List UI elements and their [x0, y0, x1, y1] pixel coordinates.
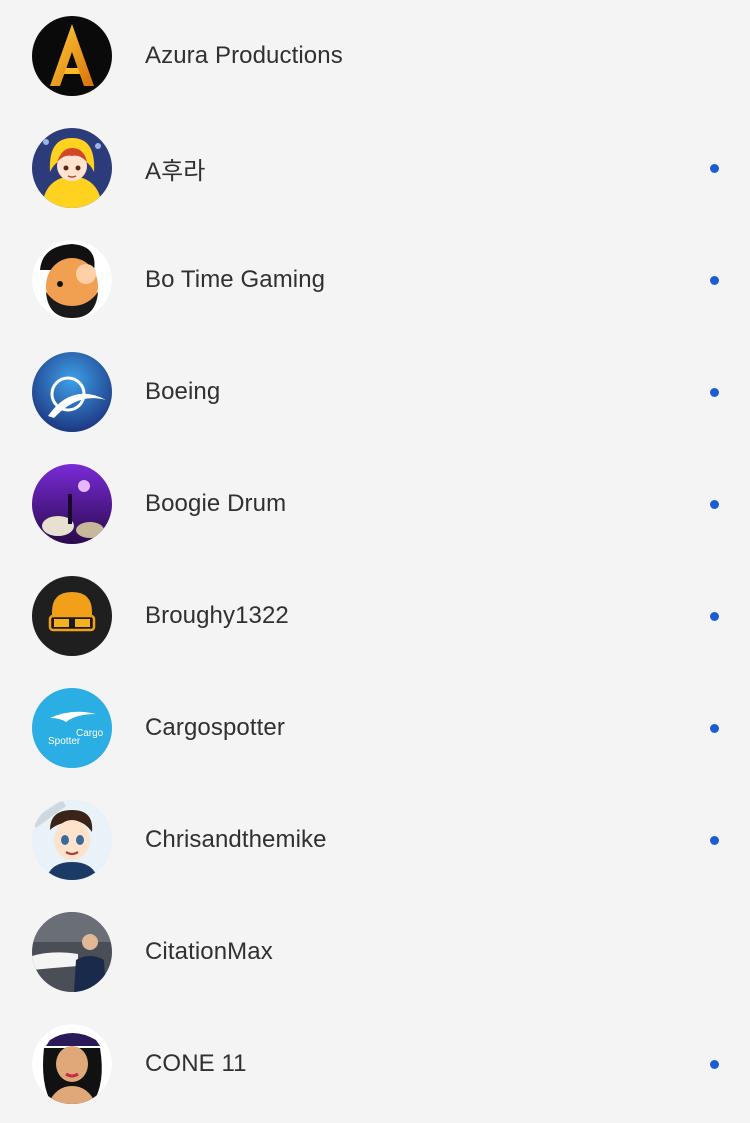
new-content-indicator [710, 387, 719, 397]
boeing-logo-icon [32, 352, 112, 432]
new-content-indicator [710, 499, 719, 509]
channel-name: Broughy1322 [145, 602, 289, 629]
channel-name: Azura Productions [145, 42, 343, 69]
new-content-indicator [710, 723, 719, 733]
svg-text:Spotter: Spotter [48, 736, 81, 747]
pilot-with-jet-photo-icon [32, 912, 112, 992]
channel-row-ahura[interactable]: A후라 [0, 112, 750, 224]
channel-row-broughy1322[interactable]: Broughy1322 [0, 560, 750, 672]
new-content-indicator [710, 611, 719, 621]
glasses-character-icon [32, 576, 112, 656]
channel-row-cone-11[interactable]: CONE 11 [0, 1008, 750, 1120]
channel-name: A후라 [145, 157, 206, 185]
drum-stage-icon [32, 464, 112, 544]
new-content-indicator [710, 835, 719, 845]
subscriptions-list: Azura Productions A후라 Bo Time Gaming Boe… [0, 0, 750, 1123]
channel-name: Chrisandthemike [145, 826, 327, 853]
channel-name: CONE 11 [145, 1050, 247, 1077]
new-content-indicator [710, 163, 719, 173]
new-content-indicator [710, 275, 719, 285]
channel-row-boogie-drum[interactable]: Boogie Drum [0, 448, 750, 560]
channel-name: Boeing [145, 378, 221, 405]
woman-with-cap-icon [32, 1024, 112, 1104]
channel-row-bo-time-gaming[interactable]: Bo Time Gaming [0, 224, 750, 336]
anime-girl-yellow-hoodie-icon [32, 128, 112, 208]
channel-name: Bo Time Gaming [145, 266, 326, 293]
new-content-indicator [710, 1059, 719, 1069]
channel-name: Boogie Drum [145, 490, 287, 517]
channel-name: CitationMax [145, 938, 273, 965]
channel-row-chrisandthemike[interactable]: Chrisandthemike [0, 784, 750, 896]
channel-row-citationmax[interactable]: CitationMax [0, 896, 750, 1008]
channel-row-cargospotter[interactable]: Cargo Spotter Cargospotter [0, 672, 750, 784]
channel-row-boeing[interactable]: Boeing [0, 336, 750, 448]
bearded-man-cartoon-icon [32, 240, 112, 320]
channel-row-azura-productions[interactable]: Azura Productions [0, 0, 750, 112]
azura-logo-icon [32, 16, 112, 96]
anime-pilot-icon [32, 800, 112, 880]
channel-name: Cargospotter [145, 714, 285, 741]
cargospotter-logo-icon: Cargo Spotter [32, 688, 112, 768]
